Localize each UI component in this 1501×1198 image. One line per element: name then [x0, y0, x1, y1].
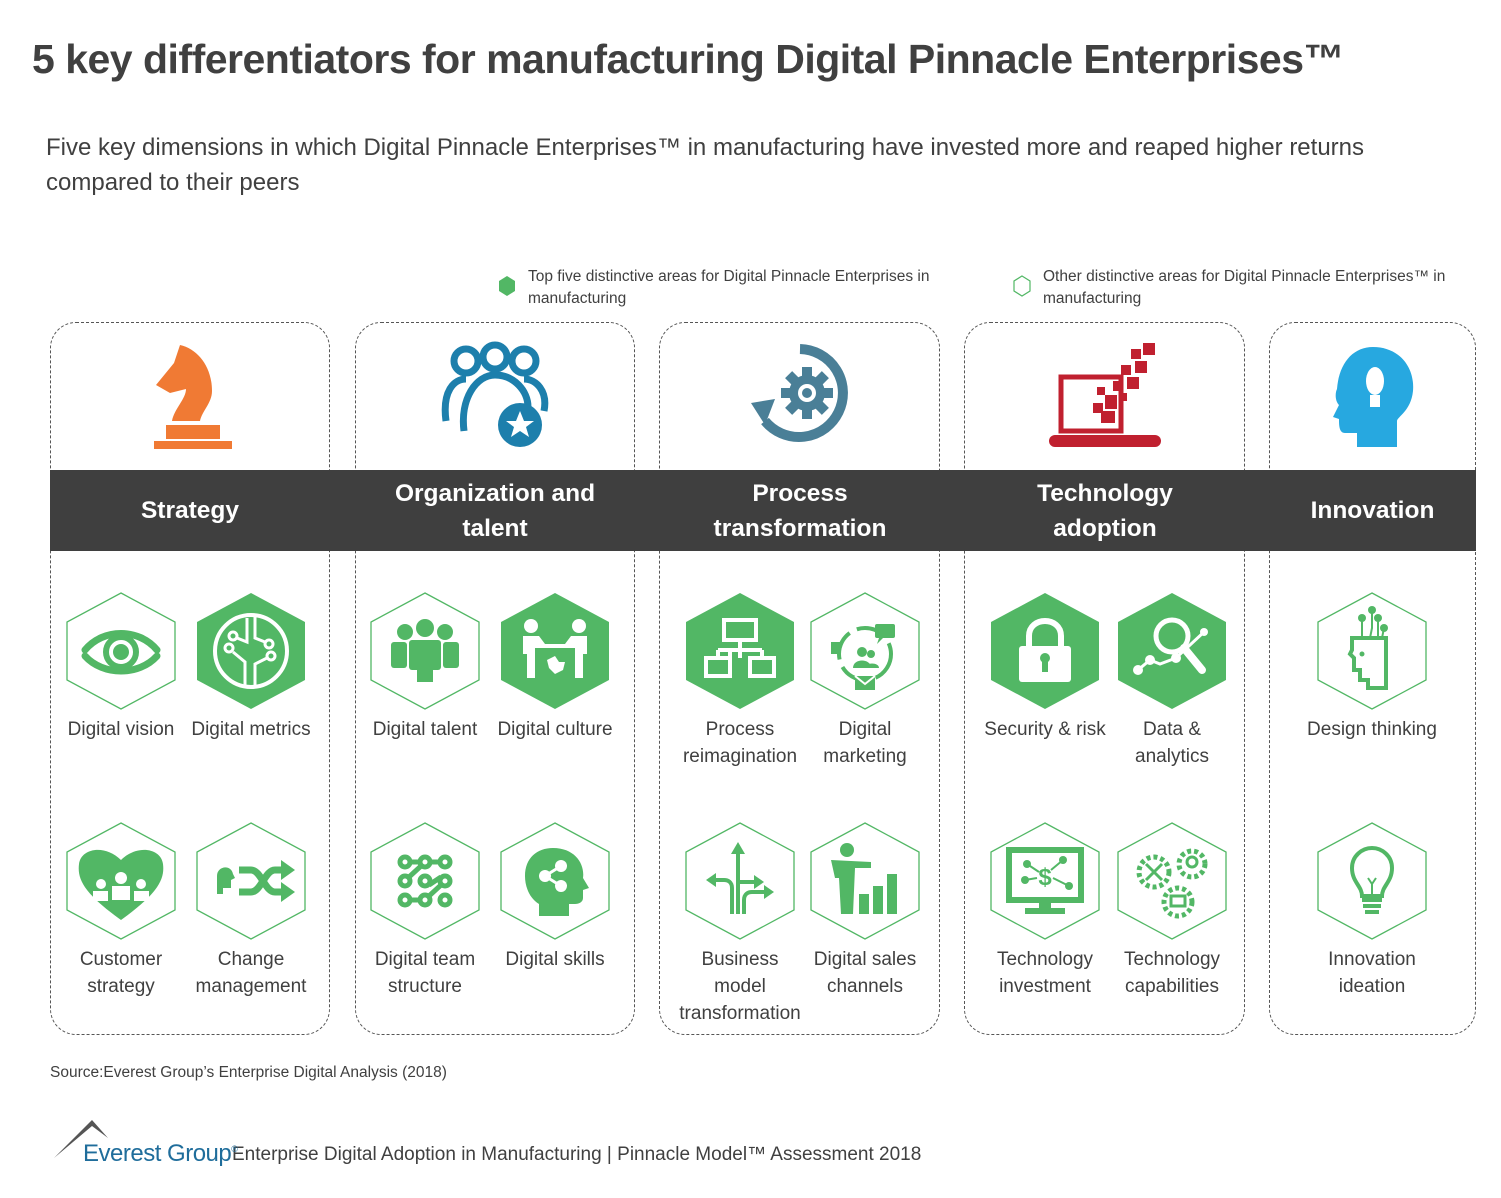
heart-people-icon [66, 822, 176, 940]
item-design-thinking: Design thinking [1307, 592, 1437, 743]
item-customer-strategy: Customer strategy [56, 822, 186, 1000]
item-technology-investment: $ Technology investment [980, 822, 1110, 1000]
item-change-management: Change management [186, 822, 316, 1000]
item-security-risk: Security & risk [980, 592, 1110, 743]
magnifier-chart-icon [1118, 593, 1226, 709]
org-chart-icon [686, 593, 794, 709]
item-digital-team-structure: Digital team structure [360, 822, 490, 1000]
legend-top-five-label: Top five distinctive areas for Digital P… [528, 268, 930, 307]
item-digital-skills: Digital skills [490, 822, 620, 973]
svg-text:$: $ [1038, 864, 1052, 891]
chess-knight-icon [154, 345, 232, 449]
laptop-pixels-icon [1048, 343, 1161, 447]
gear-cycle-icon [750, 344, 848, 442]
eye-icon [66, 592, 176, 710]
item-technology-capabilities: Technology capabilities [1107, 822, 1237, 1000]
filled-hexagon-icon [499, 276, 515, 296]
source-note: Source:Everest Group’s Enterprise Digita… [50, 1064, 447, 1081]
gears-icon [1117, 822, 1227, 940]
item-digital-talent: Digital talent [360, 592, 490, 743]
padlock-icon [991, 593, 1099, 709]
footer: Everest Group® Enterprise Digital Adopti… [50, 1118, 921, 1170]
dimension-title-technology: Technology adoption [1037, 479, 1173, 542]
group-icon [370, 592, 480, 710]
circuit-icon [197, 593, 305, 709]
item-data-analytics: Data & analytics [1107, 592, 1237, 770]
brand-logo: Everest Group® [50, 1118, 238, 1170]
dimension-title-process: Process transformation [713, 479, 887, 542]
item-digital-marketing: Digital marketing [800, 592, 930, 770]
item-innovation-ideation: Innovation ideation [1307, 822, 1437, 1000]
item-digital-sales-channels: Digital sales channels [800, 822, 930, 1000]
legend-top-five: Top five distinctive areas for Digital P… [498, 266, 968, 310]
social-cycle-icon [810, 592, 920, 710]
people-puzzle-icon [501, 593, 609, 709]
node-grid-icon [370, 822, 480, 940]
footer-text: Enterprise Digital Adoption in Manufactu… [232, 1144, 922, 1165]
page-title: 5 key differentiators for manufacturing … [32, 36, 1345, 82]
item-business-model-transformation: Business model transformation [675, 822, 805, 1027]
page-subtitle: Five key dimensions in which Digital Pin… [46, 134, 1365, 196]
head-bulb-icon [1332, 347, 1413, 447]
item-process-reimagination: Process reimagination [675, 592, 805, 770]
head-share-icon [500, 822, 610, 940]
outline-hexagon-icon [1013, 275, 1031, 297]
dimension-title-innovation: Innovation [1310, 497, 1435, 524]
item-digital-culture: Digital culture [490, 592, 620, 743]
dimension-title-organization: Organization and talent [394, 479, 596, 542]
brand-name: Everest Group® [83, 1140, 238, 1167]
head-shuffle-icon [196, 822, 306, 940]
direction-arrows-icon [685, 822, 795, 940]
dimension-title-strategy: Strategy [140, 497, 240, 524]
lightbulb-icon [1317, 822, 1427, 940]
legend-other: Other distinctive areas for Digital Pinn… [1013, 266, 1483, 310]
presenter-chart-icon [810, 822, 920, 940]
item-digital-vision: Digital vision [56, 592, 186, 743]
circuit-head-icon [1317, 592, 1427, 710]
monitor-dollar-icon: $ [990, 822, 1100, 940]
legend-other-label: Other distinctive areas for Digital Pinn… [1043, 268, 1446, 307]
team-star-icon [441, 341, 548, 447]
item-digital-metrics: Digital metrics [186, 592, 316, 743]
